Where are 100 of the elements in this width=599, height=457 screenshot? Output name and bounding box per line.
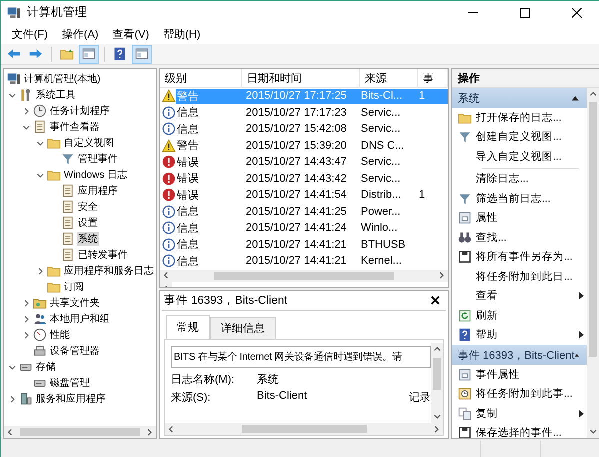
event-row[interactable]: 错误 2015/10/27 14:41:54 Distrib... 1: [176, 188, 448, 203]
tree-item[interactable]: 计算机管理(本地): [23, 72, 102, 86]
table-cell-text: 2015/10/27 14:41:25: [245, 206, 348, 218]
action-link[interactable]: 将任务附加到此事...: [452, 384, 587, 404]
event-row[interactable]: 错误 2015/10/27 14:43:42 Servic...: [176, 171, 448, 186]
table-cell-text: 错误: [176, 156, 200, 170]
action-link[interactable]: 筛选当前日志...: [452, 189, 587, 208]
field-label: 日志名称(M):: [171, 372, 236, 387]
table-cell-text: BTHUSB: [360, 238, 407, 251]
action-link[interactable]: 创建自定义视图...: [452, 128, 587, 147]
action-link[interactable]: 将所有事件另存为...: [452, 248, 587, 267]
field-label: 记录: [409, 391, 431, 405]
table-cell-text: 2015/10/27 17:17:25: [245, 90, 348, 102]
table-cell-text: DNS C...: [360, 140, 406, 152]
event-row[interactable]: 信息 2015/10/27 17:17:23 Servic...: [176, 105, 448, 120]
table-cell-text: 信息: [176, 106, 200, 120]
table-cell-text: 2015/10/27 14:41:21: [245, 255, 348, 268]
action-link[interactable]: 查找...: [452, 228, 587, 248]
tree-item[interactable]: 已转发事件: [77, 248, 129, 262]
window-title: 计算机管理: [27, 4, 88, 21]
table-cell-text: 警告: [176, 90, 200, 104]
tab[interactable]: 详细信息: [210, 317, 276, 339]
table-cell-text: 2015/10/27 14:41:54: [245, 189, 348, 202]
table-cell-text: 2015/10/27 14:43:47: [245, 156, 348, 168]
tree-item[interactable]: 系统工具: [35, 88, 77, 102]
tree-item[interactable]: 设置: [77, 216, 99, 230]
menu-item[interactable]: 操作(A): [55, 24, 106, 44]
table-cell-text: 错误: [176, 188, 200, 203]
column-header[interactable]: 级别: [160, 69, 242, 87]
field-value: 系统: [257, 372, 280, 387]
event-row[interactable]: 警告 2015/10/27 15:39:20 DNS C...: [176, 138, 448, 154]
section-title: 系统: [458, 92, 480, 106]
action-link[interactable]: 帮助: [452, 326, 587, 345]
pane-title: 操作: [458, 72, 480, 86]
table-cell-text: Servic...: [360, 123, 402, 136]
tree-item[interactable]: 订阅: [63, 280, 85, 294]
tree-item[interactable]: 服务和应用程序: [35, 392, 107, 406]
tree-item[interactable]: 应用程序: [77, 184, 119, 198]
table-cell-text: Servic...: [360, 156, 402, 168]
table-cell-text: Servic...: [360, 172, 402, 185]
action-link[interactable]: 事件属性: [452, 365, 587, 384]
section-header[interactable]: 系统: [452, 88, 587, 108]
table-cell-text: 警告: [176, 138, 200, 154]
action-link[interactable]: 属性: [452, 208, 587, 228]
tree-item[interactable]: 任务计划程序: [49, 104, 111, 118]
table-cell-text: 信息: [176, 254, 200, 269]
table-cell-text: Servic...: [360, 106, 402, 119]
event-row[interactable]: 信息 2015/10/27 14:41:21 BTHUSB: [176, 237, 448, 252]
tree-item[interactable]: 设备管理器: [49, 344, 101, 358]
action-link[interactable]: 查看: [452, 286, 587, 306]
table-cell-text: Winlo...: [360, 222, 399, 234]
event-row[interactable]: 信息 2015/10/27 14:41:21 Kernel...: [176, 254, 448, 269]
event-row[interactable]: 错误 2015/10/27 14:43:47 Servic...: [176, 154, 448, 170]
action-link[interactable]: 保存选择的事件...: [452, 424, 587, 438]
tree-item[interactable]: 本地用户和组: [49, 312, 111, 326]
table-cell-text: Kernel...: [360, 255, 403, 268]
column-header[interactable]: 来源: [360, 69, 418, 87]
tree-item[interactable]: 系统: [77, 232, 99, 246]
action-link[interactable]: 导入自定义视图...: [452, 147, 587, 166]
menu-item[interactable]: 文件(F): [5, 24, 56, 44]
tree-item[interactable]: 自定义视图: [63, 136, 115, 150]
table-cell-text: 信息: [176, 238, 200, 252]
table-cell-text: Power...: [360, 206, 402, 218]
table-cell-text: 2015/10/27 15:42:08: [245, 123, 348, 136]
tree-item[interactable]: 安全: [77, 200, 99, 214]
tab[interactable]: 常规: [166, 315, 210, 339]
tree-item[interactable]: 应用程序和服务日志: [63, 264, 155, 278]
field-label: 来源(S):: [171, 391, 212, 405]
action-link[interactable]: 打开保存的日志...: [452, 108, 587, 128]
table-cell-text: 2015/10/27 14:43:42: [245, 172, 348, 185]
column-header[interactable]: 事: [418, 69, 448, 87]
section-title: 事件 16393，Bits-Client: [458, 348, 575, 362]
tree-item[interactable]: 性能: [49, 328, 71, 342]
tree-item[interactable]: 管理事件: [77, 152, 119, 166]
menu-item[interactable]: 帮助(H): [156, 24, 208, 44]
menu-item[interactable]: 查看(V): [106, 24, 156, 44]
field-value: Bits-Client: [257, 390, 308, 404]
table-cell-text: 2015/10/27 17:17:23: [245, 106, 348, 119]
table-cell-text: 信息: [176, 122, 200, 137]
tree-item[interactable]: 事件查看器: [49, 120, 101, 134]
event-row[interactable]: 信息 2015/10/27 14:41:25 Power...: [176, 204, 448, 220]
table-cell-text: 信息: [176, 205, 200, 220]
action-link[interactable]: 复制: [452, 404, 587, 424]
table-cell-text: 错误: [176, 172, 200, 186]
action-link[interactable]: 将任务附加到此日...: [452, 267, 587, 286]
section-header[interactable]: 事件 16393，Bits-Client: [452, 345, 587, 365]
event-row[interactable]: 信息 2015/10/27 14:41:24 Winlo...: [176, 220, 448, 236]
tree-item[interactable]: 共享文件夹: [49, 296, 101, 310]
tree-item[interactable]: 磁盘管理: [49, 376, 91, 390]
table-cell-text: 2015/10/27 14:41:24: [245, 222, 348, 234]
detail-title: 事件 16393，Bits-Client: [164, 294, 288, 308]
column-header[interactable]: 日期和时间: [242, 69, 360, 87]
table-cell-text: 1: [418, 189, 426, 202]
event-row[interactable]: 信息 2015/10/27 15:42:08 Servic...: [176, 122, 448, 137]
tree-item[interactable]: 存储: [35, 360, 57, 374]
message-box[interactable]: BITS 在与某个 Internet 网关设备通信时遇到错误。请: [171, 346, 431, 368]
action-link[interactable]: 刷新: [452, 306, 587, 326]
table-cell-text: Distrib...: [360, 189, 402, 202]
action-link[interactable]: 清除日志...: [452, 170, 587, 189]
tree-item[interactable]: Windows 日志: [63, 168, 128, 182]
